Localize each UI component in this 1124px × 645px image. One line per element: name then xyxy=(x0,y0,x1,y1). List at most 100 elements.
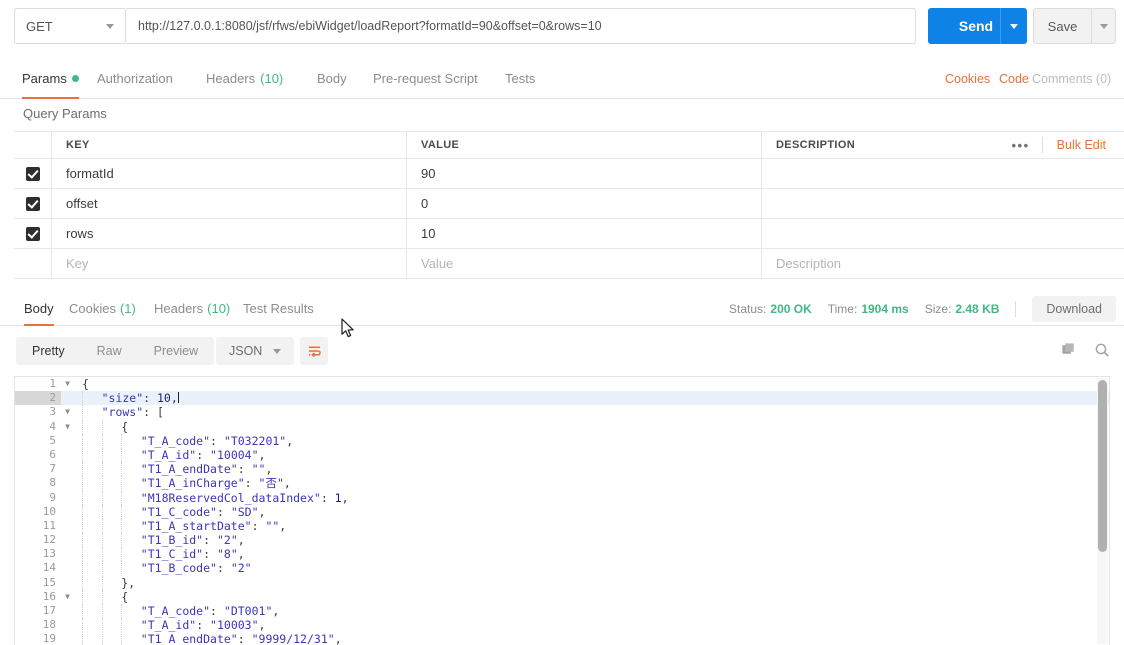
tab-label: Body xyxy=(24,301,54,316)
url-input[interactable]: http://127.0.0.1:8080/jsf/rfws/ebiWidget… xyxy=(126,8,916,44)
row-checkbox[interactable] xyxy=(25,196,40,211)
table-row: offset 0 xyxy=(14,188,1124,219)
code-line: 10 "T1_C_code": "SD", xyxy=(15,504,1109,519)
scrollbar-thumb[interactable] xyxy=(1098,380,1107,552)
indent-guide xyxy=(101,589,103,604)
code-text: "T1_A_endDate": "9999/12/31", xyxy=(74,632,342,645)
request-action-code[interactable]: Code xyxy=(999,58,1029,99)
line-number: 9 xyxy=(15,490,61,505)
fold-toggle-icon[interactable]: ▼ xyxy=(61,377,74,391)
table-row-empty: Key Value Description xyxy=(14,248,1124,279)
code-token: { xyxy=(121,419,129,434)
param-value-input[interactable]: 10 xyxy=(407,219,762,248)
request-tab-headers[interactable]: Headers (10) xyxy=(206,58,283,99)
code-token: "T1_A_inCharge" xyxy=(140,476,245,491)
row-checkbox[interactable] xyxy=(25,166,40,181)
save-button[interactable]: Save xyxy=(1033,8,1091,44)
code-token: "2" xyxy=(230,561,252,576)
code-token: "10003" xyxy=(210,618,259,633)
code-line: 13 "T1_C_id": "8", xyxy=(15,547,1109,562)
request-tab-authorization[interactable]: Authorization xyxy=(97,58,173,99)
code-text: "T_A_id": "10003", xyxy=(74,618,265,633)
param-description-input[interactable]: Description xyxy=(762,249,1124,278)
request-tab-pre-request-script[interactable]: Pre-request Script xyxy=(373,58,478,99)
code-token: "" xyxy=(265,518,280,533)
response-tab-cookies[interactable]: Cookies (1) xyxy=(69,291,136,326)
code-token: "T1_C_id" xyxy=(140,547,204,562)
indent-guide xyxy=(121,604,123,619)
column-header-description-label: DESCRIPTION xyxy=(776,139,856,151)
tab-label: Cookies xyxy=(69,301,116,316)
param-description-input[interactable] xyxy=(762,159,1124,188)
code-token: : xyxy=(216,504,231,519)
param-description-input[interactable] xyxy=(762,189,1124,218)
code-token: , xyxy=(341,490,349,505)
fold-toggle-icon[interactable]: ▼ xyxy=(61,405,74,419)
indent-guide xyxy=(82,462,83,477)
indent-guide xyxy=(82,447,83,463)
ellipsis-icon[interactable]: ••• xyxy=(1000,138,1042,153)
param-key-input[interactable]: Key xyxy=(52,249,407,278)
request-tab-tests[interactable]: Tests xyxy=(505,58,535,99)
chevron-down-icon xyxy=(1099,23,1108,29)
response-tab-test-results[interactable]: Test Results xyxy=(243,291,314,326)
request-tab-params[interactable]: Params xyxy=(22,58,79,99)
row-checkbox-cell xyxy=(14,249,52,278)
request-tab-body[interactable]: Body xyxy=(317,58,347,99)
code-token: , xyxy=(272,604,280,618)
code-line: 6 "T_A_id": "10004", xyxy=(15,447,1109,463)
indent-guide xyxy=(82,561,83,576)
indent-guide xyxy=(101,518,103,534)
format-select[interactable]: JSON xyxy=(216,337,295,365)
view-mode-segment: Pretty Raw Preview xyxy=(16,337,215,365)
response-body-viewer[interactable]: 1 ▼{2 "size": 10, 3 ▼ "rows": [4 ▼{5 "T_A_code"… xyxy=(14,376,1110,645)
vertical-scrollbar[interactable] xyxy=(1097,378,1108,644)
view-mode-preview[interactable]: Preview xyxy=(138,337,214,365)
table-header-row: KEY VALUE DESCRIPTION ••• Bulk Edit xyxy=(14,131,1124,159)
indent-guide xyxy=(82,533,83,548)
view-mode-raw[interactable]: Raw xyxy=(81,337,138,365)
param-value-input[interactable]: 0 xyxy=(407,189,762,218)
param-key-input[interactable]: offset xyxy=(52,189,407,218)
param-value-input[interactable]: 90 xyxy=(407,159,762,188)
save-options-button[interactable] xyxy=(1091,8,1116,44)
code-line: 7 "T1_A_endDate": "", xyxy=(15,462,1109,477)
tab-count: (1) xyxy=(119,301,136,316)
code-text: "T1_B_code": "2" xyxy=(74,561,252,576)
http-method-select[interactable]: GET xyxy=(14,8,126,44)
search-button[interactable] xyxy=(1094,342,1110,361)
request-action-comments-0[interactable]: Comments (0) xyxy=(1032,58,1111,99)
code-text: { xyxy=(74,589,128,604)
param-description-input[interactable] xyxy=(762,219,1124,248)
view-mode-pretty[interactable]: Pretty xyxy=(16,337,81,365)
code-token: , xyxy=(265,462,273,477)
tab-label: Test Results xyxy=(243,301,314,316)
response-tab-headers[interactable]: Headers (10) xyxy=(154,291,230,326)
param-key-input[interactable]: rows xyxy=(52,219,407,248)
indent-guide xyxy=(82,476,83,491)
indent-guide xyxy=(101,476,103,491)
bulk-edit-button[interactable]: Bulk Edit xyxy=(1043,138,1120,152)
param-value-input[interactable]: Value xyxy=(407,249,762,278)
send-options-button[interactable] xyxy=(1000,8,1027,44)
code-token: "T1_A_endDate" xyxy=(140,632,238,645)
indent-guide xyxy=(121,504,123,519)
indent-guide xyxy=(101,618,103,633)
fold-toggle-icon[interactable]: ▼ xyxy=(61,590,74,604)
code-text: "T1_A_startDate": "", xyxy=(74,518,286,534)
response-tab-body[interactable]: Body xyxy=(24,291,54,326)
code-text: "size": 10, xyxy=(74,391,179,406)
request-action-cookies[interactable]: Cookies xyxy=(945,58,990,99)
row-checkbox[interactable] xyxy=(25,226,40,241)
download-button[interactable]: Download xyxy=(1032,295,1116,322)
word-wrap-button[interactable] xyxy=(300,337,328,365)
fold-toggle-icon[interactable]: ▼ xyxy=(61,420,74,434)
code-token: : xyxy=(196,618,211,633)
param-key-input[interactable]: formatId xyxy=(52,159,407,188)
copy-button[interactable] xyxy=(1061,342,1076,360)
